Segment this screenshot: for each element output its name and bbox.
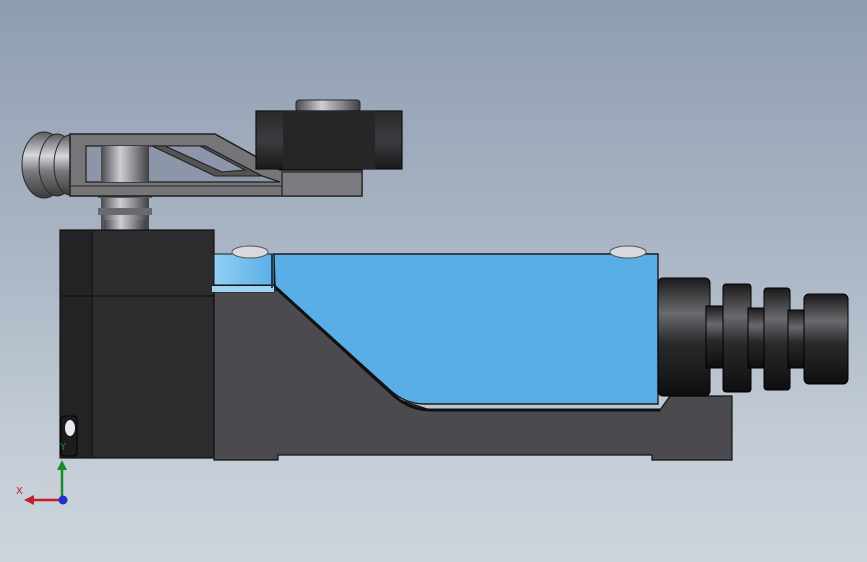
z-axis-dot	[58, 495, 68, 505]
roller-axle-cap	[295, 99, 361, 113]
y-axis-label: Y	[60, 442, 67, 453]
axis-triad: X Y	[12, 438, 82, 508]
pivot-collar	[98, 208, 152, 215]
x-axis-head	[24, 495, 34, 505]
pivot-shaft-visible	[101, 146, 149, 182]
gland-neck	[787, 309, 807, 369]
actuator-head-block[interactable]	[59, 229, 215, 459]
screw-highlight	[65, 420, 75, 436]
triad-plane	[34, 474, 62, 500]
gland-nut	[657, 277, 711, 397]
cad-viewport[interactable]: X Y	[0, 0, 867, 562]
pivot-base	[104, 220, 146, 230]
gland-rib	[763, 287, 791, 391]
y-axis-head	[57, 460, 67, 470]
roller-bracket	[281, 171, 363, 197]
cable-gland[interactable]	[657, 277, 849, 397]
cover-screw-left	[231, 245, 269, 259]
housing-lip	[212, 286, 274, 292]
cover-screw-right	[609, 245, 647, 259]
x-axis-label: X	[16, 486, 23, 497]
limit-switch-model[interactable]	[0, 0, 867, 562]
gland-tip	[803, 293, 849, 385]
gland-neck	[747, 307, 767, 369]
roller-lever-arm[interactable]	[21, 99, 403, 230]
roller-wheel-center	[283, 111, 375, 169]
gland-rib	[722, 283, 752, 393]
axis-triad-graphic	[24, 460, 68, 505]
